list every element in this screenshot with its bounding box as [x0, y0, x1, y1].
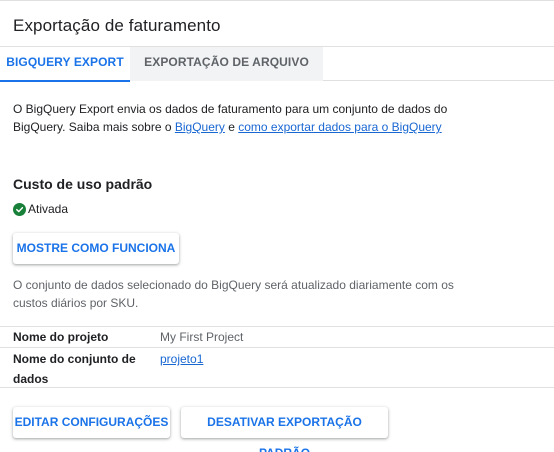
check-circle-icon: [13, 202, 26, 216]
section-title: Custo de uso padrão: [13, 176, 153, 192]
details-row-divider: [0, 347, 554, 348]
description-text-2: e: [224, 120, 239, 134]
export-tabs: BIGQUERY EXPORT EXPORTAÇÃO DE ARQUIVO: [0, 47, 554, 82]
status-indicator: Ativada: [13, 202, 68, 216]
bigquery-description: O BigQuery Export envia os dados de fatu…: [13, 100, 473, 136]
top-divider: [0, 0, 554, 1]
show-how-it-works-button[interactable]: MOSTRE COMO FUNCIONA: [13, 233, 179, 264]
disable-export-button[interactable]: DESATIVAR EXPORTAÇÃO PADRÃO: [181, 407, 388, 452]
bigquery-link[interactable]: BigQuery: [175, 120, 225, 134]
tab-file-export-label: EXPORTAÇÃO DE ARQUIVO: [144, 55, 309, 69]
project-name-label: Nome do projeto: [13, 330, 109, 344]
active-tab-indicator: [0, 80, 130, 82]
tab-bigquery-export-label: BIGQUERY EXPORT: [6, 55, 124, 69]
details-bottom-divider: [0, 387, 554, 388]
project-name-value: My First Project: [160, 330, 244, 344]
tab-file-export[interactable]: EXPORTAÇÃO DE ARQUIVO: [130, 47, 323, 81]
status-text: Ativada: [28, 202, 69, 216]
dataset-link[interactable]: projeto1: [160, 349, 203, 369]
dataset-name-label: Nome do conjunto de dados: [13, 352, 136, 386]
export-data-link[interactable]: como exportar dados para o BigQuery: [238, 120, 441, 134]
dataset-update-note: O conjunto de dados selecionado do BigQu…: [13, 278, 454, 310]
tab-bigquery-export[interactable]: BIGQUERY EXPORT: [0, 47, 130, 82]
page-title: Exportação de faturamento: [13, 16, 221, 35]
edit-settings-button[interactable]: EDITAR CONFIGURAÇÕES: [13, 407, 170, 438]
